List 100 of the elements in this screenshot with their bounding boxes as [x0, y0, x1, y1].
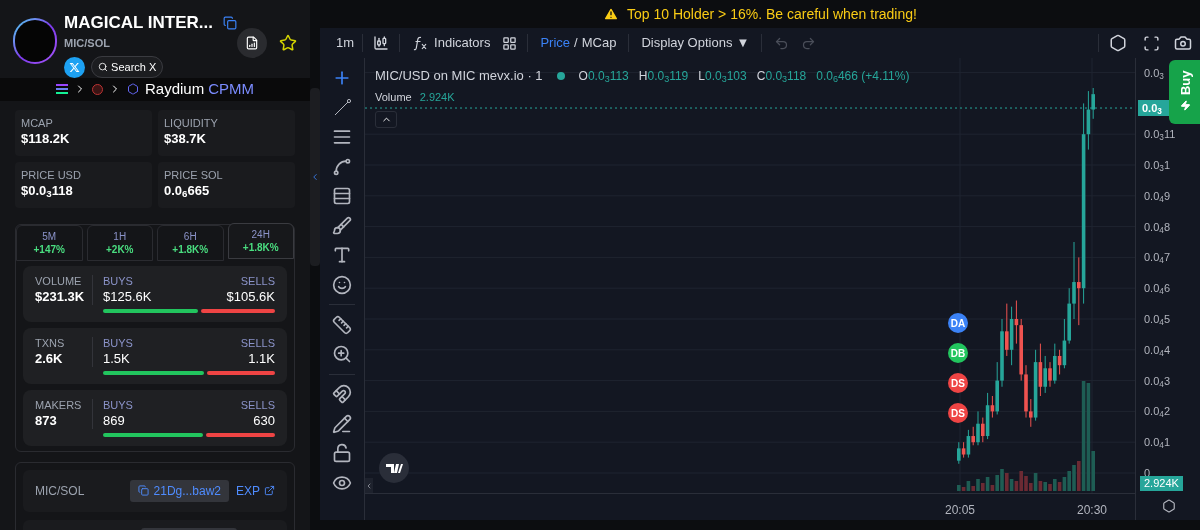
copy-icon	[137, 485, 149, 496]
price-mode-tab[interactable]: Price	[540, 33, 571, 53]
interval-button[interactable]: 1m	[328, 33, 363, 53]
external-link-icon	[264, 485, 275, 496]
flow-value: $231.3K	[35, 287, 86, 306]
price-tick: 0.0$_{4}$9	[1144, 189, 1170, 202]
raydium-icon	[127, 83, 139, 96]
settings-icon[interactable]	[1109, 34, 1127, 52]
ohlc-value: 0.0$_{3}$113	[587, 67, 629, 85]
stat-label: PRICE USD	[21, 167, 82, 182]
timeframe-tab[interactable]: 6H +1.8K%	[157, 224, 224, 261]
stat-value: 0.0$_{6}$665	[164, 181, 211, 200]
mode-separator: /	[574, 34, 578, 53]
token-pair: MIC/SOL	[64, 36, 111, 51]
fullscreen-icon[interactable]	[1143, 34, 1160, 52]
time-label: 20:30	[1077, 502, 1107, 519]
screenshot-icon[interactable]	[1174, 34, 1192, 52]
price-tick: 0.0$_{4}$1	[1144, 436, 1170, 449]
search-x-button[interactable]: Search X	[91, 56, 164, 78]
chevron-left-icon	[310, 172, 320, 182]
stat-value: $0.0$_{3}$118	[21, 181, 74, 200]
dex-name: Raydium	[145, 79, 205, 99]
trade-marker[interactable]: DS	[948, 403, 968, 423]
sells-value: 1.1K	[248, 349, 275, 368]
ohlc-key: H	[638, 66, 648, 85]
price-tick: 0.0$_{3}$11	[1144, 128, 1176, 141]
token-icon	[92, 83, 103, 95]
unlock-icon[interactable]	[332, 443, 352, 463]
token-avatar	[13, 18, 58, 64]
pool-type: CPMM	[208, 79, 254, 99]
buys-value: 869	[103, 411, 125, 430]
explorer-link[interactable]: EXP	[236, 481, 275, 500]
indicators-button[interactable]: Indicators	[400, 33, 503, 53]
flow-value: 2.6K	[35, 349, 64, 368]
price-tick: 0.0$_{3}$1	[1144, 159, 1170, 171]
collapse-legend-button[interactable]	[375, 111, 397, 128]
horizontal-lines-icon[interactable]	[332, 127, 352, 147]
price-change: 0.0$_{6}$466 (+4.11%)	[816, 67, 910, 85]
pencil-icon[interactable]	[332, 413, 352, 434]
x-profile-button[interactable]	[64, 56, 86, 78]
price-tick: 0.0$_{3}$	[1144, 66, 1164, 79]
chart-title: MIC/USD on MIC mevx.io · 1	[375, 67, 543, 85]
ohlc-key: C	[756, 66, 766, 85]
function-icon	[412, 35, 429, 51]
candles-icon[interactable]	[373, 35, 390, 51]
address-copy-button[interactable]: 21Dg...baw2	[129, 479, 229, 502]
price-tick: 0.0$_{4}$3	[1144, 374, 1170, 387]
buys-label: BUYS	[103, 336, 133, 350]
sells-value: $105.6K	[226, 287, 275, 306]
sells-label: SELLS	[240, 398, 275, 412]
time-label: 20:05	[945, 502, 975, 519]
timeframe-tab[interactable]: 1H +2K%	[86, 224, 153, 261]
volume-label: Volume	[375, 89, 412, 105]
collapse-toolbar-button[interactable]	[365, 478, 373, 493]
channel-icon[interactable]	[332, 186, 352, 206]
stat-label: PRICE SOL	[164, 167, 224, 182]
buys-label: BUYS	[103, 398, 133, 412]
zoom-in-icon[interactable]	[332, 344, 352, 364]
magnet-icon[interactable]	[332, 384, 352, 404]
axis-settings-icon[interactable]	[1162, 499, 1176, 513]
favorite-star-icon[interactable]	[279, 34, 297, 52]
buys-value: 1.5K	[103, 349, 130, 368]
timeframe-tab[interactable]: 24H +1.8K%	[227, 222, 294, 259]
token-name: MAGICAL INTER...	[64, 12, 213, 34]
flow-label: VOLUME	[35, 274, 83, 288]
stat-value: $118.2K	[21, 129, 71, 148]
price-mode-tab[interactable]: MCap	[581, 33, 617, 53]
solana-icon	[56, 84, 68, 95]
brush-icon[interactable]	[332, 215, 352, 236]
price-tick: 0.0$_{4}$8	[1144, 220, 1170, 233]
price-tick: 0.0$_{4}$6	[1144, 282, 1170, 295]
warning-text: Top 10 Holder > 16%. Be careful when trading!	[627, 4, 917, 24]
trade-marker[interactable]: DS	[948, 373, 968, 393]
chart-add-icon	[245, 36, 259, 50]
ohlc-key: O	[578, 66, 588, 85]
warning-icon	[603, 6, 620, 22]
ruler-icon[interactable]	[332, 314, 352, 335]
trend-line-icon[interactable]	[332, 97, 352, 118]
trade-marker[interactable]: DA	[948, 313, 968, 333]
layouts-icon[interactable]	[502, 35, 518, 51]
sells-value: 630	[253, 411, 275, 430]
price-tick: 0.0$_{4}$4	[1144, 343, 1170, 356]
pattern-icon[interactable]	[332, 156, 352, 177]
price-tick: 0.0$_{4}$7	[1144, 251, 1170, 264]
display-options-button[interactable]: Display Options ▼	[629, 33, 762, 53]
chevron-left-icon	[365, 482, 373, 490]
lightning-icon	[1180, 100, 1191, 112]
smiley-icon[interactable]	[332, 274, 352, 295]
stat-value: $38.7K	[164, 129, 207, 148]
sells-label: SELLS	[240, 274, 275, 288]
stat-label: LIQUIDITY	[164, 115, 219, 130]
volume-value: 2.924K	[419, 89, 455, 105]
text-icon[interactable]	[332, 245, 352, 265]
flow-label: MAKERS	[35, 398, 83, 412]
copy-icon[interactable]	[223, 16, 237, 30]
buys-value: $125.6K	[103, 287, 152, 306]
timeframe-tab[interactable]: 5M +147%	[16, 224, 83, 261]
sells-label: SELLS	[240, 336, 275, 350]
collapse-panel-handle[interactable]	[310, 88, 320, 266]
chart-add-button[interactable]	[237, 28, 267, 58]
